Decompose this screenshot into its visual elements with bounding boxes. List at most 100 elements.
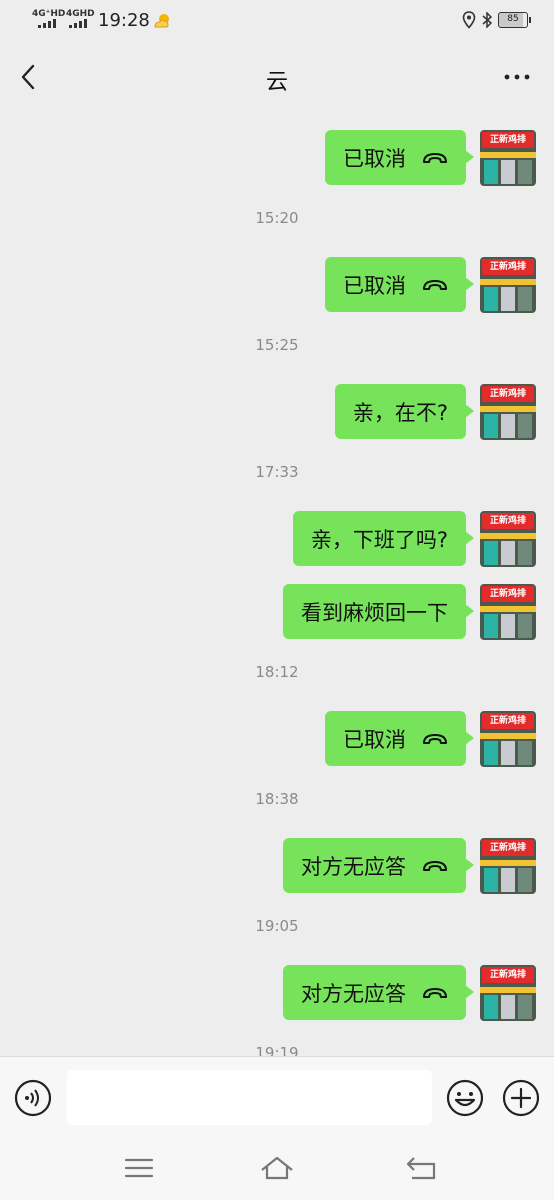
avatar-sign-text: 正新鸡排 <box>482 513 534 529</box>
message-text: 亲，在不? <box>352 400 448 425</box>
voice-icon[interactable] <box>14 1079 52 1117</box>
message-row: 看到麻烦回一下 正新鸡排 <box>283 584 536 640</box>
avatar-sign-text: 正新鸡排 <box>482 840 534 856</box>
avatar[interactable]: 正新鸡排 <box>480 584 536 640</box>
message-text: 对方无应答 <box>301 981 406 1006</box>
avatar-stripe <box>480 533 536 539</box>
more-dots-icon[interactable] <box>502 64 532 90</box>
avatar[interactable]: 正新鸡排 <box>480 384 536 440</box>
avatar-sign-text: 正新鸡排 <box>482 586 534 602</box>
avatar[interactable]: 正新鸡排 <box>480 711 536 767</box>
avatar[interactable]: 正新鸡排 <box>480 257 536 313</box>
message-row: 已取消 正新鸡排 <box>325 711 536 767</box>
avatar-panel <box>484 414 498 438</box>
message-text: 已取消 <box>343 146 406 171</box>
phone-hangup-icon <box>423 279 447 290</box>
avatar-panel <box>501 614 515 638</box>
message-input[interactable] <box>67 1070 432 1125</box>
location-icon <box>462 11 476 29</box>
sim1-signal-icon <box>38 19 56 28</box>
avatar-panel <box>518 414 532 438</box>
message-row: 已取消 正新鸡排 <box>325 257 536 313</box>
avatar[interactable]: 正新鸡排 <box>480 511 536 567</box>
phone-hangup-icon <box>423 987 447 998</box>
message-row: 已取消 正新鸡排 <box>325 130 536 186</box>
chat-title: 云 <box>265 70 288 95</box>
message-text: 已取消 <box>343 727 406 752</box>
avatar-panel <box>501 287 515 311</box>
chat-header: 云 <box>0 42 554 112</box>
message-bubble[interactable]: 已取消 <box>325 130 474 185</box>
message-timestamp: 19:19 <box>255 1044 299 1056</box>
menu-icon[interactable] <box>122 1154 156 1182</box>
avatar-stripe <box>480 406 536 412</box>
avatar-panel <box>484 160 498 184</box>
message-text: 亲，下班了吗? <box>310 527 448 552</box>
home-icon[interactable] <box>260 1154 294 1182</box>
avatar-sign-text: 正新鸡排 <box>482 967 534 983</box>
avatar-panel <box>484 287 498 311</box>
sim1-label: 4G⁺HD <box>32 9 66 19</box>
emoji-icon[interactable] <box>446 1079 484 1117</box>
message-timestamp: 18:12 <box>255 663 299 681</box>
message-row: 亲，下班了吗? 正新鸡排 <box>292 511 536 567</box>
message-timestamp: 19:05 <box>255 917 299 935</box>
message-row: 对方无应答 正新鸡排 <box>283 965 536 1021</box>
input-bar <box>0 1056 554 1140</box>
message-bubble[interactable]: 已取消 <box>325 257 474 312</box>
avatar-stripe <box>480 606 536 612</box>
avatar-stripe <box>480 279 536 285</box>
avatar-panel <box>518 541 532 565</box>
back-arrow-icon[interactable] <box>404 1154 438 1182</box>
avatar-panel <box>501 868 515 892</box>
message-bubble[interactable]: 对方无应答 <box>283 838 474 893</box>
message-timestamp: 15:25 <box>255 336 299 354</box>
system-navigation-bar <box>0 1140 554 1200</box>
avatar-panel <box>518 160 532 184</box>
avatar-panel <box>501 741 515 765</box>
avatar-sign-text: 正新鸡排 <box>482 132 534 148</box>
avatar-panel <box>518 868 532 892</box>
message-text: 已取消 <box>343 273 406 298</box>
avatar-panel <box>518 287 532 311</box>
phone-hangup-icon <box>423 860 447 871</box>
message-bubble[interactable]: 已取消 <box>325 711 474 766</box>
sim2-signal-icon <box>69 19 87 28</box>
avatar-panel <box>518 741 532 765</box>
message-bubble[interactable]: 看到麻烦回一下 <box>283 584 474 639</box>
avatar-sign-text: 正新鸡排 <box>482 713 534 729</box>
avatar[interactable]: 正新鸡排 <box>480 965 536 1021</box>
avatar[interactable]: 正新鸡排 <box>480 838 536 894</box>
sun-cloud-icon <box>154 14 169 28</box>
avatar-stripe <box>480 733 536 739</box>
avatar[interactable]: 正新鸡排 <box>480 130 536 186</box>
avatar-panel <box>501 414 515 438</box>
avatar-sign-text: 正新鸡排 <box>482 386 534 402</box>
battery-indicator: 85 <box>498 12 531 28</box>
message-bubble[interactable]: 对方无应答 <box>283 965 474 1020</box>
avatar-panel <box>484 868 498 892</box>
avatar-panel <box>484 741 498 765</box>
avatar-panel <box>501 541 515 565</box>
plus-icon[interactable] <box>502 1079 540 1117</box>
status-bar: 4G⁺HD 4GHD 19:28 85 <box>0 0 554 42</box>
avatar-panel <box>484 541 498 565</box>
message-list[interactable]: 已取消 正新鸡排 15:20 已取消 正新鸡排 15:25 亲，在不? 正新鸡排 17:33 亲，… <box>0 112 554 1056</box>
avatar-stripe <box>480 987 536 993</box>
avatar-panel <box>484 995 498 1019</box>
message-row: 对方无应答 正新鸡排 <box>283 838 536 894</box>
avatar-stripe <box>480 860 536 866</box>
avatar-panel <box>518 614 532 638</box>
message-timestamp: 18:38 <box>255 790 299 808</box>
message-bubble[interactable]: 亲，下班了吗? <box>292 511 475 566</box>
phone-hangup-icon <box>423 152 447 163</box>
avatar-sign-text: 正新鸡排 <box>482 259 534 275</box>
message-timestamp: 15:20 <box>255 209 299 227</box>
avatar-panel <box>501 160 515 184</box>
message-text: 看到麻烦回一下 <box>301 600 448 625</box>
message-bubble[interactable]: 亲，在不? <box>334 384 475 439</box>
status-time: 19:28 <box>98 10 150 31</box>
message-timestamp: 17:33 <box>255 463 299 481</box>
avatar-panel <box>501 995 515 1019</box>
sim2-label: 4GHD <box>66 9 95 19</box>
